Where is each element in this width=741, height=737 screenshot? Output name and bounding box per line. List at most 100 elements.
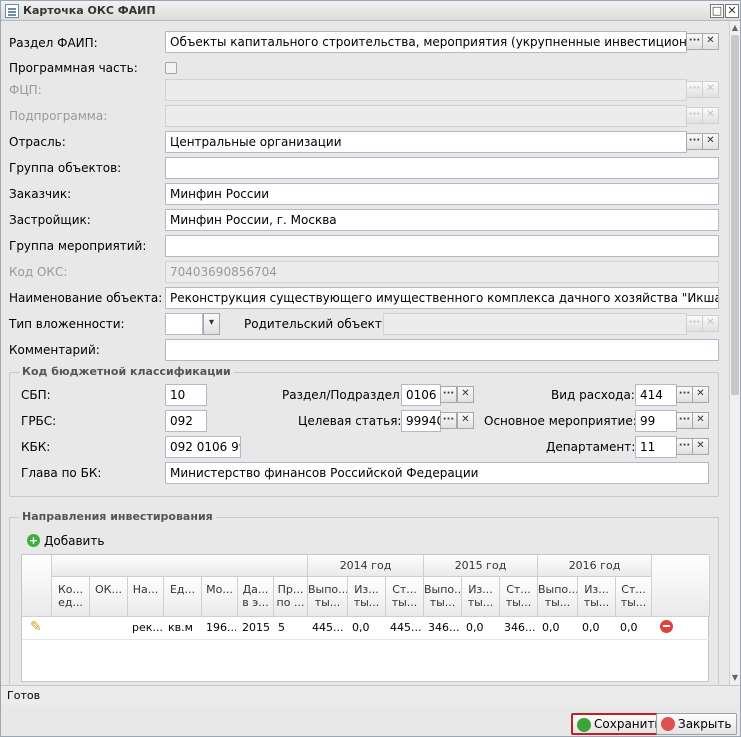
close-button[interactable]: Закрыть (656, 713, 738, 735)
grid-cell: кв.м (168, 621, 193, 634)
column-header[interactable]: На... (128, 577, 164, 617)
developer-label: Застройщик: (9, 213, 91, 227)
grid-cell: 0,0 (620, 621, 638, 634)
program-label: Программная часть: (9, 61, 138, 75)
customer-field[interactable]: Минфин России (165, 183, 719, 205)
group-field[interactable] (165, 157, 719, 179)
column-header[interactable]: Из... ты... (462, 577, 500, 617)
scroll-down-icon[interactable]: ▼ (731, 673, 739, 683)
kbk-label: КБК: (21, 440, 51, 454)
razdel-clear-button[interactable]: ✕ (702, 33, 719, 50)
program-checkbox[interactable] (165, 62, 177, 74)
invest-legend: Направления инвестирования (19, 510, 216, 523)
chevron-down-icon[interactable]: ▾ (203, 313, 220, 335)
sbp-field[interactable]: 10 (165, 384, 207, 406)
grid-cell: 0,0 (542, 621, 560, 634)
vid-field[interactable]: 414 (635, 384, 677, 406)
sbp-label: СБП: (21, 388, 51, 402)
vid-clear-button[interactable]: ✕ (692, 386, 709, 403)
column-header[interactable]: Из... ты... (348, 577, 386, 617)
column-header[interactable]: Выпо... ты... (424, 577, 462, 617)
name-field[interactable]: Реконструкция существующего имущественно… (165, 287, 719, 309)
otrasl-select-button[interactable]: ··· (686, 133, 703, 150)
grbs-field[interactable]: 092 (165, 410, 207, 432)
razdel-podrazdel-field[interactable]: 0106 (401, 384, 441, 406)
glava-field[interactable]: Министерство финансов Российской Федерац… (165, 462, 709, 484)
razdel-podrazdel-select-button[interactable]: ··· (440, 386, 457, 403)
target-select-button[interactable]: ··· (440, 412, 457, 429)
header-spacer (52, 555, 308, 577)
year-header: 2015 год (424, 555, 538, 577)
column-header[interactable]: Выпо... ты... (538, 577, 578, 617)
column-header[interactable]: Выпо... ты... (308, 577, 348, 617)
code-label: Код ОКС: (9, 265, 68, 279)
grid-cell: 0,0 (466, 621, 484, 634)
subprogram-select-button: ··· (686, 107, 703, 124)
card-icon (5, 4, 19, 18)
razdel-podrazdel-label: Раздел/Подраздел: (282, 388, 404, 402)
maximize-button[interactable]: □ (710, 4, 724, 18)
grid-cell: 0,0 (352, 621, 370, 634)
plus-icon: + (27, 534, 40, 547)
events-field[interactable] (165, 235, 719, 257)
save-button[interactable]: Сохранить (571, 713, 669, 735)
developer-field[interactable]: Минфин России, г. Москва (165, 209, 719, 231)
column-header[interactable]: ОК... (90, 577, 128, 617)
otrasl-clear-button[interactable]: ✕ (702, 133, 719, 150)
year-header: 2014 год (308, 555, 424, 577)
glava-label: Глава по БК: (21, 466, 102, 480)
grid-cell: 346... (428, 621, 460, 634)
column-header[interactable]: Из... ты... (578, 577, 616, 617)
razdel-label: Раздел ФАИП: (9, 36, 98, 50)
column-header[interactable]: Ст... ты... (616, 577, 652, 617)
vid-select-button[interactable]: ··· (676, 386, 693, 403)
column-header[interactable]: Да... в э... (238, 577, 274, 617)
column-header[interactable]: Ко... ед... (52, 577, 90, 617)
parent-label: Родительский объект: (244, 317, 386, 331)
vertical-scrollbar[interactable]: ▲ ▼ (729, 21, 740, 686)
main-event-field[interactable]: 99 (635, 410, 677, 432)
target-field[interactable]: 99940 (401, 410, 441, 432)
status-bar: Готов (1, 685, 740, 705)
main-event-label: Основное мероприятие: (484, 414, 637, 428)
dept-clear-button[interactable]: ✕ (692, 438, 709, 455)
type-select[interactable] (165, 313, 203, 335)
parent-field (383, 313, 687, 335)
fcp-clear-button: ✕ (702, 81, 719, 98)
invest-grid: 2014 год 2015 год 2016 год Ко... ед... ОК...… (21, 554, 710, 682)
target-clear-button[interactable]: ✕ (457, 412, 474, 429)
delete-row-icon[interactable] (660, 620, 673, 633)
title-bar: Карточка ОКС ФАИП □ ✕ (1, 1, 740, 21)
dept-field[interactable]: 11 (635, 436, 677, 458)
customer-label: Заказчик: (9, 187, 72, 201)
scroll-thumb[interactable] (731, 35, 739, 395)
column-header[interactable]: Ст... ты... (500, 577, 538, 617)
razdel-podrazdel-clear-button[interactable]: ✕ (457, 386, 474, 403)
column-header[interactable]: Мо... (202, 577, 238, 617)
razdel-select-button[interactable]: ··· (686, 33, 703, 50)
events-label: Группа мероприятий: (9, 239, 147, 253)
kbk-field[interactable]: 092 0106 99 (165, 436, 241, 458)
grid-cell: 445... (312, 621, 344, 634)
grbs-label: ГРБС: (21, 414, 57, 428)
otrasl-field[interactable]: Центральные организации (165, 131, 687, 153)
edit-pencil-icon[interactable]: ✎ (30, 619, 42, 635)
close-window-button[interactable]: ✕ (725, 4, 739, 18)
comment-label: Комментарий: (9, 343, 100, 357)
scroll-up-icon[interactable]: ▲ (731, 23, 739, 33)
column-header[interactable]: Ед... (164, 577, 202, 617)
grid-cell: 196... (206, 621, 236, 634)
dialog-window: Карточка ОКС ФАИП □ ✕ ▲ ▼ Раздел ФАИП: О… (0, 0, 741, 737)
dept-select-button[interactable]: ··· (676, 438, 693, 455)
kbk-legend: Код бюджетной классификации (19, 365, 234, 378)
subprogram-clear-button: ✕ (702, 107, 719, 124)
column-header[interactable]: Ст... ты... (386, 577, 424, 617)
vid-label: Вид расхода: (551, 388, 635, 402)
column-header[interactable]: Пр... по ... (274, 577, 308, 617)
year-header: 2016 год (538, 555, 652, 577)
main-event-select-button[interactable]: ··· (676, 412, 693, 429)
type-label: Тип вложенности: (9, 317, 125, 331)
razdel-field[interactable]: Объекты капитального строительства, меро… (165, 31, 687, 53)
main-event-clear-button[interactable]: ✕ (692, 412, 709, 429)
comment-field[interactable] (165, 339, 719, 361)
